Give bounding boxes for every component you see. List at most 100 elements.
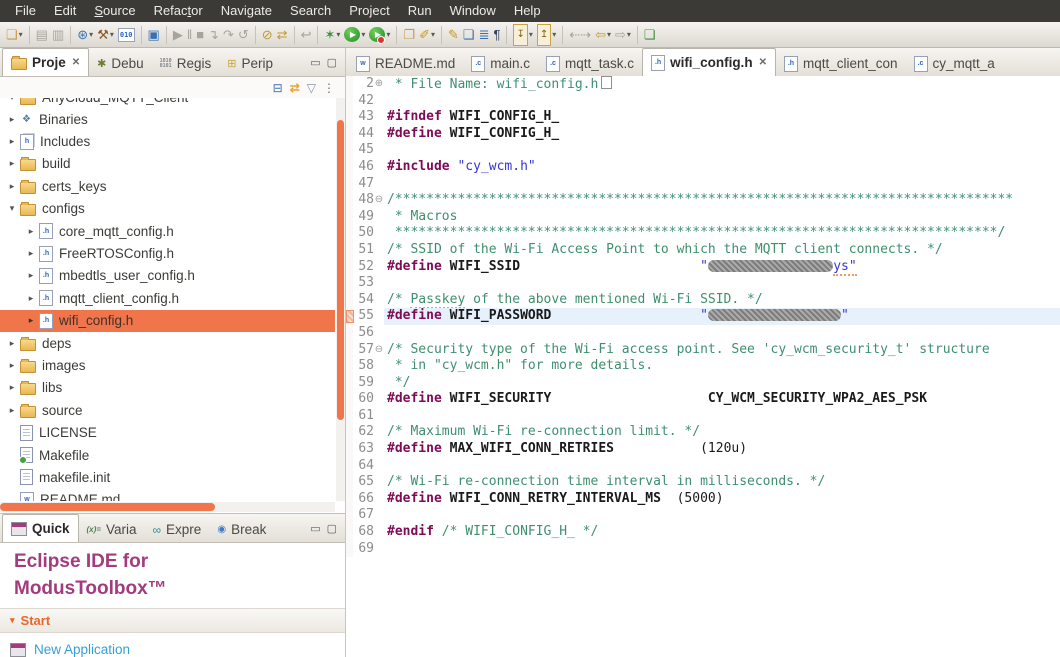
expand-arrow-icon[interactable]: ▸ [4, 360, 20, 371]
code-line-66[interactable]: 66#define WIFI_CONN_RETRY_INTERVAL_MS (5… [346, 491, 1060, 508]
expand-arrow-icon[interactable]: ▸ [4, 382, 20, 393]
filter-icon[interactable]: ▽ [307, 81, 316, 95]
dropdown-arrow-icon[interactable]: ▾ [529, 30, 533, 39]
project-tree[interactable]: ▾AnyCloud_MQTT_Client▸❖Binaries▸hInclude… [0, 98, 335, 501]
tree-item-includes[interactable]: ▸hIncludes [0, 130, 335, 152]
code-line-69[interactable]: 69 [346, 541, 1060, 558]
tree-item-deps[interactable]: ▸deps [0, 332, 335, 354]
open-console-icon[interactable]: ▣ [146, 25, 162, 45]
explorer-vertical-scrollbar[interactable] [337, 120, 344, 420]
back-history-icon[interactable]: ⇦▾ [593, 25, 613, 45]
search-icon[interactable]: ✐▾ [417, 25, 437, 45]
expand-arrow-icon[interactable]: ▾ [4, 203, 20, 214]
tree-item-freertosconfig-h[interactable]: ▸.hFreeRTOSConfig.h [0, 242, 335, 264]
use-step-filters-icon[interactable]: ⇄ [275, 25, 290, 45]
tab-mqtt-client-con[interactable]: .hmqtt_client_con [776, 51, 906, 76]
expand-arrow-icon[interactable]: ▸ [4, 158, 20, 169]
tree-item-binaries[interactable]: ▸❖Binaries [0, 108, 335, 130]
expand-arrow-icon[interactable]: ▸ [4, 338, 20, 349]
code-line-60[interactable]: 60#define WIFI_SECURITY CY_WCM_SECURITY_… [346, 391, 1060, 408]
dropdown-arrow-icon[interactable]: ▾ [19, 30, 23, 39]
open-resource-icon[interactable]: ❐ [401, 25, 417, 45]
tab-break[interactable]: ◉Break [209, 517, 274, 542]
code-line-50[interactable]: 50 *************************************… [346, 225, 1060, 242]
code-line-51[interactable]: 51/* SSID of the Wi-Fi Access Point to w… [346, 242, 1060, 259]
menu-edit[interactable]: Edit [45, 0, 85, 22]
next-annotation-icon[interactable]: ↧▾ [511, 25, 534, 45]
maximize-icon[interactable]: ▢ [327, 56, 337, 69]
tab-proje[interactable]: Proje✕ [2, 48, 89, 76]
new-project-icon[interactable]: ⊛▾ [75, 25, 95, 45]
show-whitespace-icon[interactable]: ¶ [491, 25, 502, 45]
menu-help[interactable]: Help [505, 0, 550, 22]
code-line-68[interactable]: 68#endif /* WIFI_CONFIG_H_ */ [346, 524, 1060, 541]
tree-item-source[interactable]: ▸source [0, 399, 335, 421]
skip-all-breakpoints-icon[interactable]: ⊘ [260, 25, 275, 45]
menu-project[interactable]: Project [340, 0, 398, 22]
menu-navigate[interactable]: Navigate [212, 0, 281, 22]
menu-source[interactable]: Source [85, 0, 144, 22]
code-line-46[interactable]: 46#include "cy_wcm.h" [346, 159, 1060, 176]
code-line-42[interactable]: 42 [346, 93, 1060, 110]
maximize-icon[interactable]: ▢ [327, 522, 337, 535]
tab-varia[interactable]: (x)=Varia [79, 517, 145, 542]
code-line-43[interactable]: 43#ifndef WIFI_CONFIG_H_ [346, 109, 1060, 126]
close-tab-icon[interactable]: ✕ [759, 57, 767, 68]
fold-plus-icon[interactable]: ⊕ [374, 76, 384, 93]
code-line-45[interactable]: 45 [346, 142, 1060, 159]
view-menu-icon[interactable]: ⋮ [323, 81, 335, 95]
code-line-59[interactable]: 59 */ [346, 375, 1060, 392]
menu-search[interactable]: Search [281, 0, 340, 22]
tab-main-c[interactable]: .cmain.c [463, 51, 538, 76]
close-tab-icon[interactable]: ✕ [72, 57, 80, 68]
tree-item-mbedtls-user-config-h[interactable]: ▸.hmbedtls_user_config.h [0, 265, 335, 287]
minimize-icon[interactable]: ▭ [310, 56, 320, 69]
code-line-65[interactable]: 65/* Wi-Fi re-connection time interval i… [346, 474, 1060, 491]
expand-arrow-icon[interactable]: ▸ [23, 226, 39, 237]
expand-arrow-icon[interactable]: ▸ [4, 114, 20, 125]
tab-perip[interactable]: ⊞Perip [219, 51, 281, 76]
dropdown-arrow-icon[interactable]: ▾ [386, 30, 390, 39]
tree-item-libs[interactable]: ▸libs [0, 377, 335, 399]
expand-arrow-icon[interactable]: ▾ [4, 98, 20, 103]
code-line-52[interactable]: 52#define WIFI_SSID "ys" [346, 259, 1060, 276]
code-line-61[interactable]: 61 [346, 408, 1060, 425]
folded-region-icon[interactable] [601, 76, 612, 89]
menu-window[interactable]: Window [441, 0, 505, 22]
code-line-64[interactable]: 64 [346, 458, 1060, 475]
tab-wifi-config-h[interactable]: .hwifi_config.h✕ [642, 48, 776, 76]
expand-arrow-icon[interactable]: ▸ [4, 136, 20, 147]
code-line-47[interactable]: 47 [346, 176, 1060, 193]
previous-annotation-icon[interactable]: ↥▾ [535, 25, 558, 45]
new-editor-window-icon[interactable]: ❏ [642, 25, 658, 45]
dropdown-arrow-icon[interactable]: ▾ [110, 30, 114, 39]
expand-arrow-icon[interactable]: ▸ [23, 293, 39, 304]
code-line-63[interactable]: 63#define MAX_WIFI_CONN_RETRIES (120u) [346, 441, 1060, 458]
show-source-icon[interactable]: ≣ [477, 25, 492, 45]
expand-arrow-icon[interactable]: ▸ [23, 270, 39, 281]
code-line-48[interactable]: 48⊖/************************************… [346, 192, 1060, 209]
dropdown-arrow-icon[interactable]: ▾ [552, 30, 556, 39]
fold-minus-icon[interactable]: ⊖ [374, 192, 384, 209]
menu-file[interactable]: File [6, 0, 45, 22]
tree-item-core-mqtt-config-h[interactable]: ▸.hcore_mqtt_config.h [0, 220, 335, 242]
expand-arrow-icon[interactable]: ▸ [23, 315, 39, 326]
dropdown-arrow-icon[interactable]: ▾ [627, 30, 631, 39]
code-line-58[interactable]: 58 * in "cy_wcm.h" for more details. [346, 358, 1060, 375]
new-application-link[interactable]: New Application [34, 642, 130, 657]
code-line-54[interactable]: 54/* Passkey of the above mentioned Wi-F… [346, 292, 1060, 309]
start-section-header[interactable]: ▾ Start [0, 608, 345, 633]
tab-readme-md[interactable]: wREADME.md [348, 51, 463, 76]
code-line-53[interactable]: 53 [346, 275, 1060, 292]
tree-item-images[interactable]: ▸images [0, 354, 335, 376]
collapse-all-icon[interactable]: ⊟ [273, 81, 283, 95]
tab-debu[interactable]: ✱Debu [89, 51, 152, 76]
menu-run[interactable]: Run [399, 0, 441, 22]
expand-arrow-icon[interactable]: ▸ [4, 181, 20, 192]
explorer-horizontal-scrollbar[interactable] [0, 503, 215, 511]
run-icon[interactable]: ▶▾ [342, 25, 367, 45]
code-line-44[interactable]: 44#define WIFI_CONFIG_H_ [346, 126, 1060, 143]
tab-mqtt-task-c[interactable]: .cmqtt_task.c [538, 51, 642, 76]
dropdown-arrow-icon[interactable]: ▾ [361, 30, 365, 39]
tree-item-configs[interactable]: ▾configs [0, 198, 335, 220]
